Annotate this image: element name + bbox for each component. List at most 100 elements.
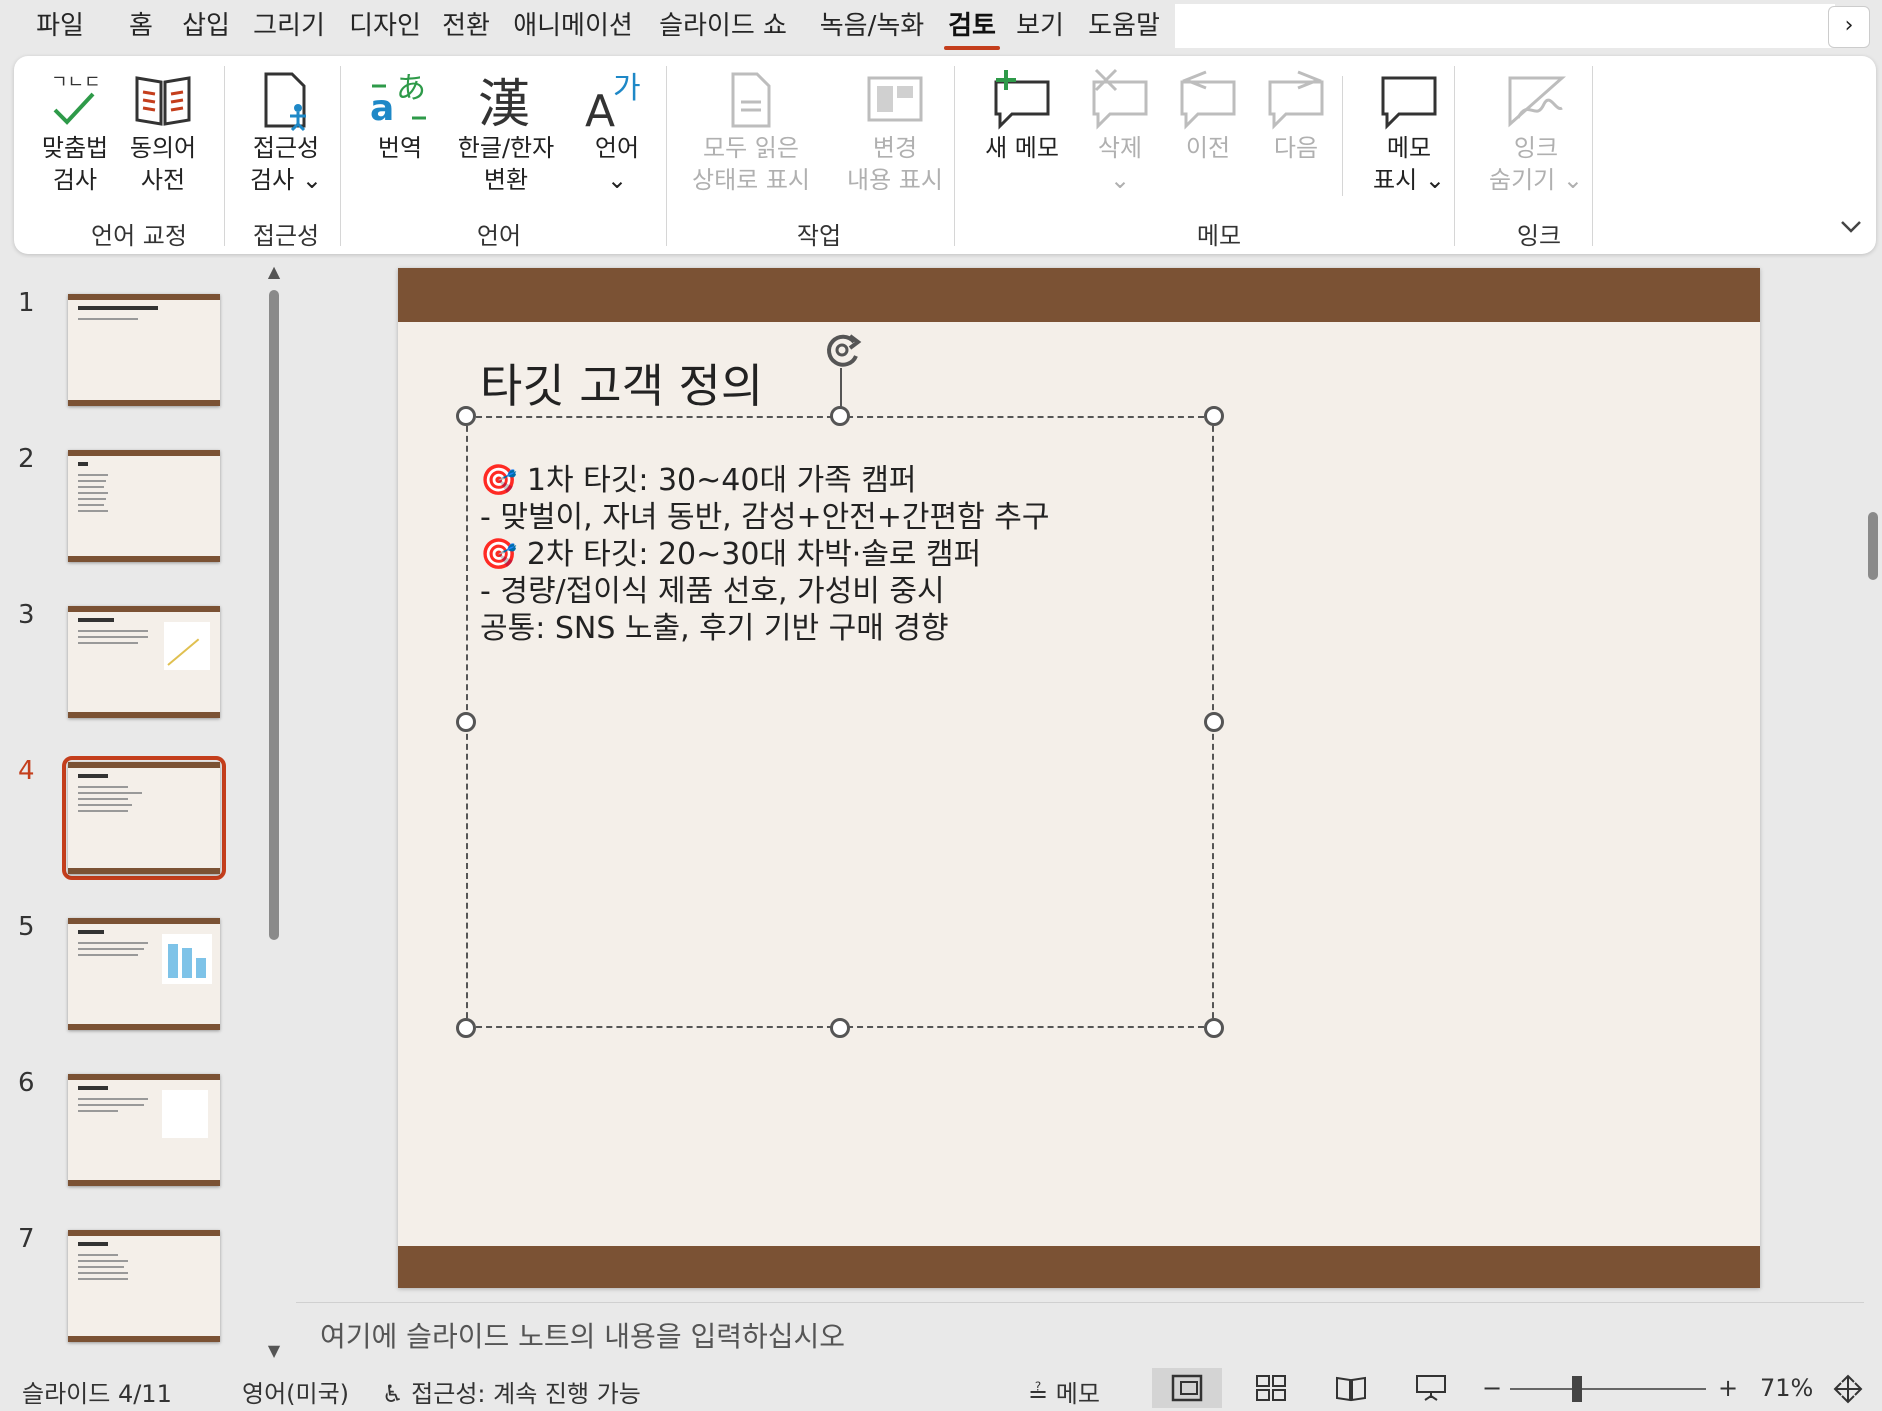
previous-comment-icon	[1180, 70, 1236, 130]
resize-handle-top[interactable]	[830, 406, 850, 426]
thumbnail-scroll-thumb[interactable]	[269, 290, 279, 940]
slide-canvas[interactable]: 타깃 고객 정의 🎯 1차 타깃: 30~40대 가족 캠퍼 - 맞벌이, 자녀…	[398, 268, 1760, 1288]
svg-text:漢: 漢	[478, 75, 530, 132]
thesaurus-button[interactable]: 동의어 사전	[126, 68, 200, 196]
next-comment-label: 다음	[1273, 134, 1319, 162]
slide-thumbnail-1[interactable]	[68, 294, 220, 406]
language-button[interactable]: A 가 언어 ⌄	[580, 68, 654, 196]
check-accessibility-button[interactable]: 접근성 검사 ⌄	[244, 68, 328, 196]
hide-ink-button[interactable]: 잉크 숨기기 ⌄	[1476, 68, 1596, 196]
spell-check-icon: ㄱㄴㄷ	[51, 72, 101, 125]
body-line: 공통: SNS 노출, 후기 기반 구매 경향	[480, 611, 949, 646]
slide-sorter-button[interactable]	[1236, 1368, 1306, 1408]
accessibility-status[interactable]: ♿ 접근성: 계속 진행 가능	[382, 1374, 641, 1409]
notes-pane[interactable]: 여기에 슬라이드 노트의 내용을 입력하십시오	[296, 1302, 1864, 1363]
slide-thumbnail-4[interactable]	[68, 762, 220, 874]
mark-all-read-button[interactable]: 모두 읽은 상태로 표시	[686, 68, 816, 196]
thumbnail-number: 1	[18, 288, 35, 318]
zoom-slider-thumb[interactable]	[1572, 1376, 1582, 1402]
resize-handle-top-left[interactable]	[456, 406, 476, 426]
thumbnail-number: 3	[18, 600, 35, 630]
thumbnail-scrollbar[interactable]: ▲ ▼	[266, 262, 282, 1360]
svg-text:A: A	[585, 86, 615, 132]
tab-help[interactable]: 도움말	[1078, 4, 1170, 48]
resize-handle-top-right[interactable]	[1204, 406, 1224, 426]
tab-file[interactable]: 파일	[24, 4, 96, 48]
scroll-up-arrow-icon[interactable]: ▲	[266, 262, 282, 281]
hangul-hanja-button[interactable]: 漢 한글/한자 변환	[446, 68, 566, 196]
tab-transitions[interactable]: 전환	[434, 4, 498, 48]
next-comment-button[interactable]: 다음	[1258, 68, 1334, 164]
notes-icon: ≟	[1028, 1380, 1049, 1408]
delete-comment-button[interactable]: 삭제 ⌄	[1082, 68, 1158, 196]
group-label-accessibility: 접근성	[252, 222, 320, 250]
new-comment-button[interactable]: 새 메모	[970, 68, 1074, 164]
slide-thumbnail-pane: 1 2 3 4 5 6 7	[0, 258, 292, 1368]
ribbon-separator	[1592, 66, 1593, 246]
show-changes-button[interactable]: 변경 내용 표시	[830, 68, 960, 196]
tab-slideshow[interactable]: 슬라이드 쇼	[648, 4, 798, 48]
check-accessibility-label: 접근성 검사 ⌄	[250, 134, 322, 194]
translate-button[interactable]: a あ 번역	[364, 68, 436, 164]
resize-handle-left[interactable]	[456, 712, 476, 732]
slide-scrollbar[interactable]	[1864, 262, 1882, 1362]
tab-draw[interactable]: 그리기	[244, 4, 334, 48]
previous-comment-button[interactable]: 이전	[1170, 68, 1246, 164]
group-label-ink: 잉크	[1516, 222, 1562, 250]
thumbnail-number: 7	[18, 1224, 35, 1254]
resize-handle-bottom[interactable]	[830, 1018, 850, 1038]
tab-design[interactable]: 디자인	[340, 4, 430, 48]
hangul-hanja-label: 한글/한자 변환	[457, 134, 555, 194]
resize-handle-right[interactable]	[1204, 712, 1224, 732]
show-comments-button[interactable]: 메모 표시 ⌄	[1354, 68, 1464, 196]
scroll-down-arrow-icon[interactable]: ▼	[266, 1341, 282, 1360]
show-comments-label: 메모 표시 ⌄	[1373, 134, 1445, 194]
tab-insert[interactable]: 삽입	[174, 4, 238, 48]
ribbon-separator	[1342, 76, 1343, 196]
notes-placeholder[interactable]: 여기에 슬라이드 노트의 내용을 입력하십시오	[320, 1315, 845, 1355]
zoom-slider-track[interactable]	[1510, 1388, 1706, 1390]
status-bar: 슬라이드 4/11 영어(미국) ♿ 접근성: 계속 진행 가능 ≟ 메모 − …	[0, 1366, 1882, 1411]
slide-thumbnail-2[interactable]	[68, 450, 220, 562]
group-label-comments: 메모	[1196, 222, 1242, 250]
notes-toggle-button[interactable]: ≟ 메모	[1028, 1374, 1100, 1409]
slide-body-text[interactable]: 🎯 1차 타깃: 30~40대 가족 캠퍼 - 맞벌이, 자녀 동반, 감성+안…	[480, 462, 1049, 647]
spelling-button[interactable]: ㄱㄴㄷ 맞춤법 검사	[40, 68, 110, 196]
normal-view-button[interactable]	[1152, 1368, 1222, 1408]
tab-review[interactable]: 검토	[940, 4, 1004, 50]
tab-scroll-right-button[interactable]: ›	[1828, 6, 1870, 48]
resize-handle-bottom-left[interactable]	[456, 1018, 476, 1038]
ribbon-tabs: 파일 홈 삽입 그리기 디자인 전환 애니메이션 슬라이드 쇼 녹음/녹화 검토…	[0, 0, 1882, 52]
zoom-out-button[interactable]: −	[1482, 1374, 1502, 1402]
accessibility-status-text: 접근성: 계속 진행 가능	[411, 1380, 641, 1408]
slide-bottom-band	[398, 1246, 1760, 1288]
resize-handle-bottom-right[interactable]	[1204, 1018, 1224, 1038]
slide-thumbnail-5[interactable]	[68, 918, 220, 1030]
slide-counter: 슬라이드 4/11	[22, 1380, 172, 1408]
tab-home[interactable]: 홈	[118, 4, 164, 48]
tab-view[interactable]: 보기	[1008, 4, 1072, 48]
fit-to-window-icon[interactable]	[1832, 1374, 1864, 1410]
ribbon-search-box[interactable]	[1175, 4, 1835, 48]
next-comment-icon	[1268, 70, 1324, 130]
slide-thumbnail-3[interactable]	[68, 606, 220, 718]
language-status[interactable]: 영어(미국)	[242, 1374, 349, 1409]
slideshow-view-button[interactable]	[1396, 1368, 1466, 1408]
zoom-in-button[interactable]: +	[1718, 1374, 1738, 1402]
slide-thumbnail-6[interactable]	[68, 1074, 220, 1186]
ink-icon	[1508, 76, 1566, 128]
ribbon-separator	[340, 66, 341, 246]
zoom-level[interactable]: 71%	[1760, 1374, 1813, 1402]
slide-scroll-thumb[interactable]	[1868, 512, 1878, 580]
svg-text:가: 가	[613, 71, 641, 106]
ribbon-collapse-chevron-icon[interactable]	[1840, 215, 1862, 240]
hide-ink-label: 잉크 숨기기 ⌄	[1489, 134, 1583, 194]
ribbon-separator	[954, 66, 955, 246]
slide-title[interactable]: 타깃 고객 정의	[480, 350, 763, 416]
accessibility-check-icon	[264, 72, 306, 132]
slide-thumbnail-7[interactable]	[68, 1230, 220, 1342]
reading-view-button[interactable]	[1316, 1368, 1386, 1408]
tab-record[interactable]: 녹음/녹화	[808, 4, 936, 48]
rotate-handle-icon[interactable]	[820, 328, 864, 372]
tab-animations[interactable]: 애니메이션	[502, 4, 644, 48]
